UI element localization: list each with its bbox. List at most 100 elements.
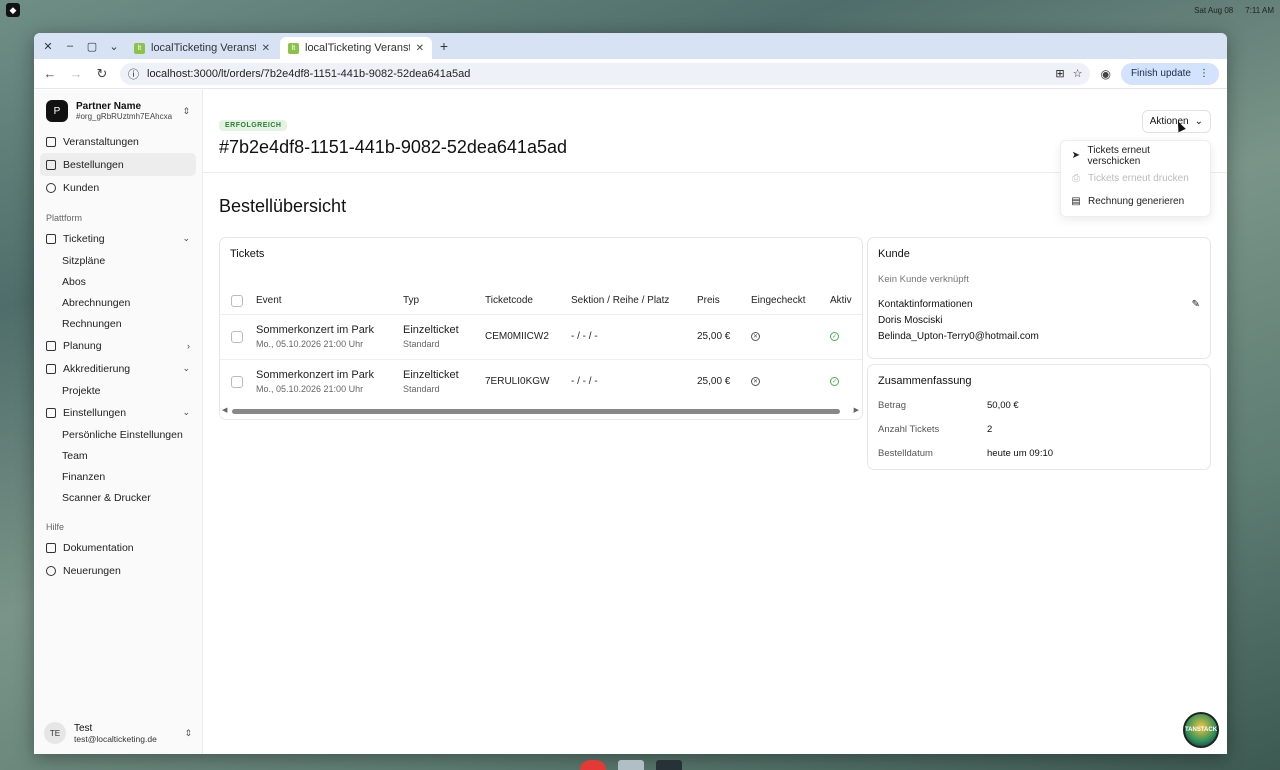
tab-close-icon[interactable]: ✕ bbox=[262, 43, 270, 54]
send-icon: ➤ bbox=[1071, 150, 1080, 161]
scroll-right-icon[interactable]: ▶ bbox=[854, 406, 859, 414]
sidebar-item-bestellungen[interactable]: Bestellungen bbox=[40, 153, 196, 176]
translate-icon[interactable]: ⊞ bbox=[1055, 67, 1064, 80]
org-switcher[interactable]: P Partner Name #org_gRbRUztmh7EAhcxa ⇕ bbox=[40, 100, 196, 130]
address-bar[interactable]: ⓘ localhost:3000/lt/orders/7b2e4df8-1151… bbox=[120, 62, 1091, 85]
shopping-bag-icon bbox=[46, 159, 56, 170]
minimize-window-icon[interactable]: – bbox=[60, 36, 80, 56]
reload-icon[interactable]: ↻ bbox=[94, 66, 110, 82]
chart-icon bbox=[46, 340, 56, 351]
ticket-icon bbox=[46, 233, 56, 244]
org-id: #org_gRbRUztmh7EAhcxa bbox=[76, 112, 173, 121]
favicon-icon: lt bbox=[134, 42, 145, 54]
profile-icon[interactable]: ◉ bbox=[1100, 67, 1110, 81]
browser-tab-1[interactable]: lt localTicketing Veransta ✕ bbox=[126, 37, 278, 59]
chevron-down-icon: ⌄ bbox=[182, 233, 190, 243]
contact-info-label: Kontaktinformationen bbox=[878, 299, 973, 310]
bookmark-star-icon[interactable]: ☆ bbox=[1073, 67, 1083, 80]
sidebar-subitem-finanzen[interactable]: Finanzen bbox=[40, 466, 196, 487]
os-logo-icon[interactable]: ◆ bbox=[6, 3, 20, 17]
tab-title: localTicketing Veransta bbox=[305, 42, 410, 54]
tanstack-devtools-button[interactable]: TANSTACK bbox=[1183, 712, 1219, 748]
row-checkbox[interactable] bbox=[231, 330, 243, 343]
sidebar-item-label: Veranstaltungen bbox=[63, 135, 139, 148]
scroll-left-icon[interactable]: ◀ bbox=[222, 406, 227, 414]
sidebar-item-neuerungen[interactable]: Neuerungen bbox=[40, 559, 196, 582]
group-label-plattform: Plattform bbox=[46, 213, 83, 223]
menu-item-label: Tickets erneut drucken bbox=[1088, 173, 1189, 184]
sidebar-subitem-rechnungen[interactable]: Rechnungen bbox=[40, 313, 196, 334]
tab-close-icon[interactable]: ✕ bbox=[416, 43, 424, 54]
close-window-icon[interactable]: ✕ bbox=[38, 36, 58, 56]
chevron-down-icon: ⌄ bbox=[182, 363, 190, 373]
summary-value: heute um 09:10 bbox=[987, 448, 1054, 459]
tab-list-chevron-icon[interactable]: ⌄ bbox=[104, 36, 124, 56]
new-tab-icon[interactable]: + bbox=[434, 38, 454, 54]
table-row[interactable]: Sommerkonzert im Park Mo., 05.10.2026 21… bbox=[220, 358, 862, 404]
sidebar-subitem-scanner-drucker[interactable]: Scanner & Drucker bbox=[40, 487, 196, 508]
sidebar-item-label: Bestellungen bbox=[63, 158, 124, 171]
no-customer-linked: Kein Kunde verknüpft bbox=[878, 274, 969, 285]
os-clock[interactable]: Sat Aug 08 7:11 AM bbox=[1194, 6, 1274, 15]
horizontal-scrollbar[interactable]: ◀ ▶ bbox=[222, 407, 859, 415]
org-logo: P bbox=[46, 100, 68, 122]
not-checked-in-icon: ✕ bbox=[751, 377, 760, 387]
browser-toolbar: ← → ↻ ⓘ localhost:3000/lt/orders/7b2e4df… bbox=[34, 59, 1227, 89]
select-all-checkbox[interactable] bbox=[231, 294, 243, 307]
users-icon bbox=[46, 182, 56, 193]
calendar-icon bbox=[46, 136, 56, 147]
taskbar bbox=[580, 760, 682, 770]
sidebar-subitem-abos[interactable]: Abos bbox=[40, 271, 196, 292]
row-checkbox[interactable] bbox=[231, 375, 243, 388]
scrollbar-thumb[interactable] bbox=[232, 409, 840, 414]
tickets-card: Tickets Event Typ Ticketcode Sektion / R… bbox=[219, 237, 863, 420]
sidebar-subitem-abrechnungen[interactable]: Abrechnungen bbox=[40, 292, 196, 313]
summary-row: Bestelldatum heute um 09:10 bbox=[878, 448, 1200, 459]
ticket-seat: - / - / - bbox=[571, 358, 697, 404]
settings-sliders-icon bbox=[46, 407, 56, 418]
user-menu[interactable]: TE Test test@localticketing.de ⇕ bbox=[40, 722, 196, 744]
sidebar-item-veranstaltungen[interactable]: Veranstaltungen bbox=[40, 130, 196, 153]
summary-key: Betrag bbox=[878, 400, 906, 411]
chevrons-updown-icon: ⇕ bbox=[184, 727, 192, 738]
sidebar-item-ticketing[interactable]: Ticketing ⌄ bbox=[40, 227, 196, 250]
sidebar-item-einstellungen[interactable]: Einstellungen ⌄ bbox=[40, 401, 196, 424]
taskbar-files-icon[interactable] bbox=[618, 760, 644, 770]
taskbar-browser-icon[interactable] bbox=[580, 760, 606, 770]
menu-item-generate-invoice[interactable]: ▤ Rechnung generieren bbox=[1061, 190, 1210, 213]
sidebar-item-kunden[interactable]: Kunden bbox=[40, 176, 196, 199]
event-name: Sommerkonzert im Park bbox=[256, 324, 374, 336]
table-row[interactable]: Sommerkonzert im Park Mo., 05.10.2026 21… bbox=[220, 313, 862, 359]
edit-pencil-icon[interactable]: ✎ bbox=[1192, 299, 1200, 310]
finish-update-button[interactable]: Finish update ⋮ bbox=[1120, 62, 1219, 85]
menu-item-resend-tickets[interactable]: ➤ Tickets erneut verschicken bbox=[1061, 144, 1210, 167]
sidebar-subitem-persoenliche-einstellungen[interactable]: Persönliche Einstellungen bbox=[40, 424, 196, 445]
tab-title: localTicketing Veransta bbox=[151, 42, 256, 54]
sidebar-item-planung[interactable]: Planung › bbox=[40, 334, 196, 357]
column-header-event: Event bbox=[256, 295, 282, 307]
event-date: Mo., 05.10.2026 21:00 Uhr bbox=[256, 339, 364, 349]
sidebar-item-label: Neuerungen bbox=[63, 564, 121, 577]
sidebar-item-dokumentation[interactable]: Dokumentation bbox=[40, 536, 196, 559]
ticket-code: 7ERULI0KGW bbox=[485, 358, 571, 404]
summary-value: 50,00 € bbox=[987, 400, 1019, 411]
menu-item-reprint-tickets[interactable]: ⎙ Tickets erneut drucken bbox=[1061, 167, 1210, 190]
browser-tab-2[interactable]: lt localTicketing Veransta ✕ bbox=[280, 37, 432, 59]
maximize-window-icon[interactable]: ▢ bbox=[82, 36, 102, 56]
back-icon[interactable]: ← bbox=[42, 66, 58, 81]
column-header-typ: Typ bbox=[403, 295, 420, 307]
sidebar-subitem-projekte[interactable]: Projekte bbox=[40, 380, 196, 401]
ticket-price: 25,00 € bbox=[697, 358, 751, 404]
tickets-card-title: Tickets bbox=[230, 248, 265, 260]
chevrons-updown-icon: ⇕ bbox=[182, 105, 190, 116]
site-info-icon[interactable]: ⓘ bbox=[128, 66, 139, 82]
sidebar-subitem-team[interactable]: Team bbox=[40, 445, 196, 466]
chevron-down-icon: ⌄ bbox=[1194, 116, 1203, 127]
forward-icon[interactable]: → bbox=[68, 66, 84, 81]
chevron-right-icon: › bbox=[187, 340, 190, 351]
sidebar-item-akkreditierung[interactable]: Akkreditierung ⌄ bbox=[40, 357, 196, 380]
sidebar-subitem-sitzplaene[interactable]: Sitzpläne bbox=[40, 250, 196, 271]
taskbar-terminal-icon[interactable] bbox=[656, 760, 682, 770]
app: P Partner Name #org_gRbRUztmh7EAhcxa ⇕ V… bbox=[34, 90, 1227, 754]
active-check-icon: ✓ bbox=[830, 332, 839, 341]
